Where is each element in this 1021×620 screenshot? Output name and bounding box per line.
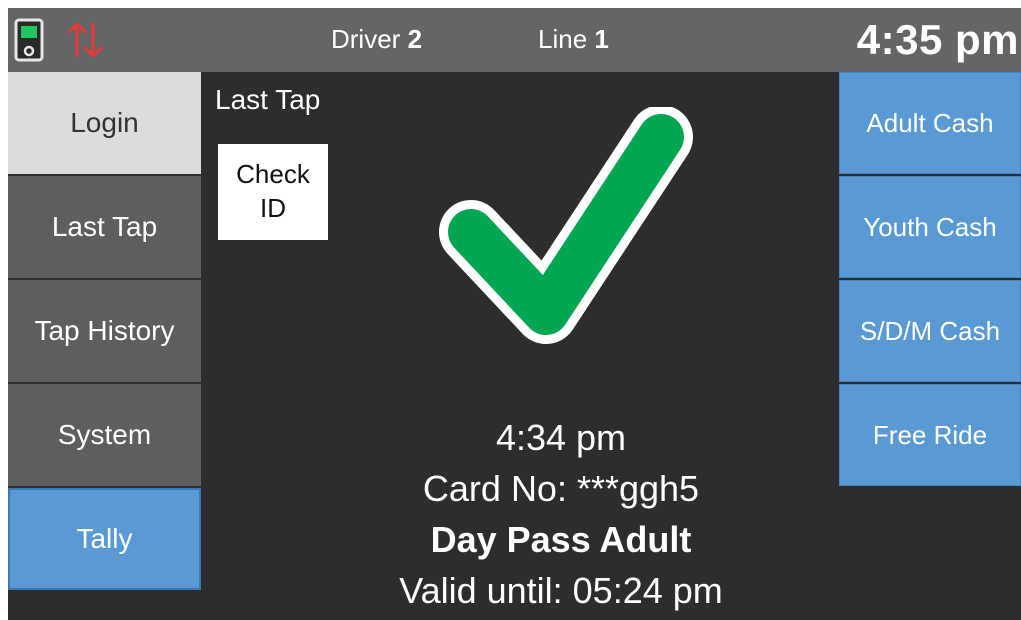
check-id-notice: Check ID [218, 144, 328, 240]
tap-time: 4:34 pm [495, 417, 627, 458]
current-time: 4:35 pm [856, 16, 1019, 63]
status-bar: Driver 2 Line 1 4:35 pm [8, 8, 1021, 72]
youth-cash-button[interactable]: Youth Cash [839, 176, 1021, 278]
right-menu: Adult Cash Youth Cash S/D/M Cash Free Ri… [839, 72, 1021, 488]
checkmark-icon [431, 105, 711, 392]
tap-history-button[interactable]: Tap History [8, 280, 201, 382]
valid-until: Valid until: 05:24 pm [399, 570, 723, 611]
free-ride-button[interactable]: Free Ride [839, 384, 1021, 486]
login-button[interactable]: Login [8, 72, 201, 174]
validator-screen: Driver 2 Line 1 4:35 pm Login Last Tap T… [8, 8, 1021, 620]
tap-details: 4:34 pm Card No: ***ggh5 Day Pass Adult … [201, 412, 921, 616]
last-tap-button[interactable]: Last Tap [8, 176, 201, 278]
driver-label: Driver [331, 24, 401, 54]
adult-cash-button[interactable]: Adult Cash [839, 72, 1021, 174]
card-number: Card No: ***ggh5 [422, 468, 700, 509]
pass-type: Day Pass Adult [430, 519, 692, 560]
sync-arrows-icon [63, 18, 107, 67]
sdm-cash-button[interactable]: S/D/M Cash [839, 280, 1021, 382]
left-menu: Login Last Tap Tap History System Tally [8, 72, 201, 592]
card-reader-icon [14, 18, 44, 67]
line-indicator: Line 1 [538, 24, 609, 55]
tally-button[interactable]: Tally [8, 488, 201, 590]
driver-number: 2 [407, 24, 423, 54]
section-title: Last Tap [215, 84, 321, 115]
line-number: 1 [594, 24, 609, 54]
driver-indicator: Driver 2 [331, 24, 422, 55]
line-label: Line [538, 24, 588, 54]
system-button[interactable]: System [8, 384, 201, 486]
last-tap-panel: Last Tap Check ID 4:34 pm Card No: ***gg… [201, 72, 839, 620]
